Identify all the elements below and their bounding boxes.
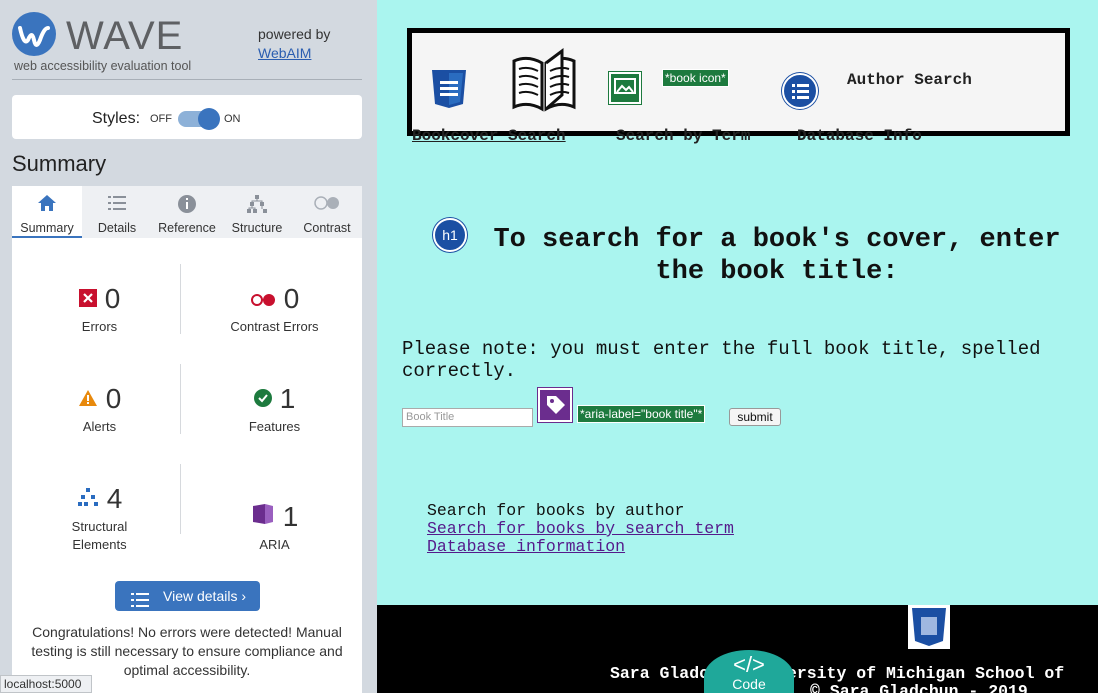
contrast-errors-count: 0 [283, 283, 300, 314]
tab-reference[interactable]: Reference [152, 186, 222, 238]
alert-icon [78, 381, 98, 415]
wave-subtitle: web accessibility evaluation tool [14, 59, 192, 73]
contrast-errors-stat[interactable]: 0 Contrast Errors [187, 282, 362, 336]
errors-stat[interactable]: 0 Errors [12, 282, 187, 336]
info-icon [152, 194, 222, 218]
styles-toggle-box: Styles: OFF ON [12, 95, 362, 139]
list-icon [82, 194, 152, 218]
alerts-count: 0 [105, 383, 122, 414]
code-icon: </> [733, 652, 765, 677]
database-information-link[interactable]: Database information [427, 538, 734, 556]
status-bar: localhost:5000 [0, 675, 92, 693]
html5-nav-icon [430, 69, 468, 114]
book-icon-tag: *book icon* [662, 69, 729, 87]
errors-label: Errors [81, 318, 118, 334]
footer-line2: © Sara Gladchun - 2019 [810, 682, 1028, 693]
toggle-knob[interactable] [198, 108, 220, 130]
code-label: Code [732, 676, 766, 692]
nav-box: *book icon* Author Search [407, 28, 1070, 136]
aria-count: 1 [282, 501, 299, 532]
features-stat[interactable]: 1 Features [187, 382, 362, 436]
divider [180, 464, 181, 534]
contrast-error-icon [250, 281, 276, 315]
errors-count: 0 [104, 283, 121, 314]
aria-label-tag: *aria-label="book title"* [577, 405, 706, 423]
book-icon [510, 47, 578, 118]
alerts-label: Alerts [82, 418, 117, 434]
aria-stat[interactable]: 1 ARIA [187, 500, 362, 554]
summary-heading: Summary [12, 151, 107, 176]
tab-structure[interactable]: Structure [222, 186, 292, 238]
styles-label: Styles: [92, 110, 141, 127]
features-count: 1 [279, 383, 296, 414]
tab-summary[interactable]: Summary [12, 186, 82, 238]
author-search-link[interactable]: Author Search [847, 71, 972, 89]
aria-label: ARIA [259, 536, 290, 552]
powered-by-label: powered by [258, 26, 331, 42]
search-by-term-link[interactable]: Search by Term [616, 127, 750, 145]
error-icon [78, 281, 97, 315]
image-alt-icon [609, 72, 641, 104]
footer-line1-rest: versity of Michigan School of [777, 664, 1065, 683]
wave-title: WAVE [66, 14, 184, 58]
search-by-term-link[interactable]: Search for books by search term [427, 520, 734, 538]
view-details-button[interactable]: View details › [115, 581, 260, 611]
divider [180, 364, 181, 434]
footer-text: Sara Gladc versity of Michigan School of … [610, 665, 1064, 693]
page-content: *book icon* Author Search Bookcover Sear… [377, 0, 1098, 693]
tab-label: Details [97, 221, 137, 235]
book-title-input[interactable]: Book Title [402, 408, 533, 427]
congrats-message: Congratulations! No errors were detected… [31, 624, 343, 678]
structural-stat[interactable]: 4 Structural Elements [12, 482, 187, 554]
structural-label-1: Structural [71, 518, 128, 534]
styles-off-label: OFF [150, 113, 172, 125]
wave-logo-icon [12, 12, 56, 56]
note-text: Please note: you must enter the full boo… [402, 338, 1041, 382]
footer-line1: Sara Gladc [610, 664, 710, 683]
webaim-link[interactable]: WebAIM [258, 45, 311, 61]
structural-label-2: Elements [72, 536, 127, 552]
tab-contrast[interactable]: Contrast [292, 186, 362, 238]
features-label: Features [248, 418, 301, 434]
tab-label: Summary [20, 221, 74, 235]
database-info-link[interactable]: Database Info [797, 127, 922, 145]
divider [12, 79, 362, 80]
view-details-label: View details › [163, 588, 247, 604]
search-links: Search for books by author Search for bo… [427, 502, 734, 556]
structure-icon [77, 481, 99, 515]
home-icon [12, 194, 82, 218]
list-icon [782, 73, 818, 109]
summary-panel: Summary Details Reference Structure Cont… [12, 186, 362, 693]
alerts-stat[interactable]: 0 Alerts [12, 382, 187, 436]
bookcover-search-link[interactable]: Bookcover Search [412, 127, 566, 145]
html5-icon [907, 605, 951, 654]
feature-check-icon [253, 381, 272, 415]
aria-label-icon [538, 388, 572, 422]
submit-button[interactable]: submit [729, 408, 781, 426]
code-button[interactable]: </> Code [704, 650, 794, 693]
author-search-text: Search for books by author [427, 501, 685, 520]
footer: Sara Gladc versity of Michigan School of … [377, 605, 1098, 693]
list-icon [131, 588, 149, 618]
tab-label: Reference [158, 221, 216, 235]
contrast-errors-label: Contrast Errors [230, 318, 319, 334]
tab-bar: Summary Details Reference Structure Cont… [12, 186, 362, 238]
tab-label: Contrast [303, 221, 351, 235]
contrast-icon [292, 194, 362, 218]
tab-details[interactable]: Details [82, 186, 152, 238]
aria-icon [251, 499, 275, 533]
wave-sidebar: WAVE web accessibility evaluation tool p… [0, 0, 377, 693]
h1-badge: h1 [433, 218, 467, 252]
structural-count: 4 [106, 483, 123, 514]
divider [180, 264, 181, 334]
styles-toggle[interactable] [178, 108, 220, 130]
styles-on-label: ON [224, 113, 241, 125]
page-heading: To search for a book's cover, enter the … [493, 225, 1061, 287]
structure-icon [222, 194, 292, 218]
tab-label: Structure [231, 221, 283, 235]
